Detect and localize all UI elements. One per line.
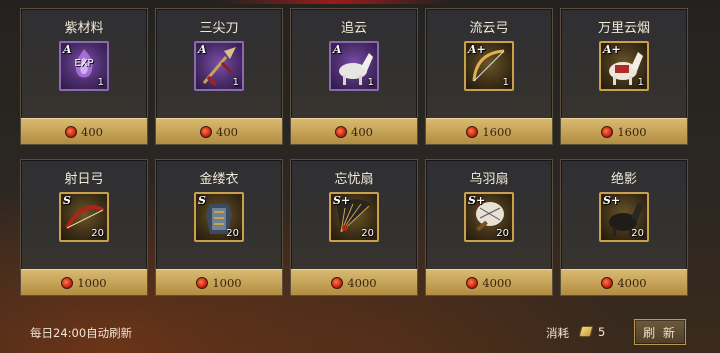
coin-icon [466, 125, 479, 138]
exp-label: EXP [74, 58, 94, 69]
grade-badge: A+ [603, 43, 621, 56]
item-quantity: 1 [367, 77, 374, 88]
shop-item-card[interactable]: 追云 A 1 400 [290, 8, 418, 145]
item-price: 4000 [617, 275, 647, 290]
item-price: 400 [216, 124, 238, 139]
item-quantity: 20 [631, 228, 644, 239]
item-quantity: 20 [226, 228, 239, 239]
coin-icon [196, 276, 209, 289]
price-bar[interactable]: 400 [21, 118, 147, 144]
shop-item-card[interactable]: 绝影 S+ 20 4000 [560, 159, 688, 296]
item-name: 忘忧扇 [334, 172, 374, 187]
item-quantity: 1 [502, 77, 509, 88]
item-name: 绝影 [610, 172, 637, 187]
item-quantity: 20 [496, 228, 509, 239]
item-slot[interactable]: S+ 20 [599, 192, 649, 242]
item-name: 追云 [340, 21, 367, 36]
top-accent-line [220, 0, 450, 4]
coin-icon [601, 125, 614, 138]
item-price: 400 [351, 124, 373, 139]
item-quantity: 1 [97, 77, 104, 88]
item-slot[interactable]: EXP A 1 [59, 41, 109, 91]
item-slot[interactable]: A+ 1 [464, 41, 514, 91]
price-bar[interactable]: 4000 [426, 269, 552, 295]
coin-icon [200, 125, 213, 138]
item-name: 射日弓 [64, 172, 104, 187]
item-name: 万里云烟 [597, 21, 650, 36]
item-quantity: 20 [361, 228, 374, 239]
item-price: 1600 [482, 124, 512, 139]
shop-item-card[interactable]: 忘忧扇 S+ 20 4000 [290, 159, 418, 296]
grade-badge: A [198, 43, 207, 56]
item-slot[interactable]: S+ 20 [464, 192, 514, 242]
coin-icon [601, 276, 614, 289]
shop-item-card[interactable]: 金缕衣 S 20 1000 [155, 159, 283, 296]
item-slot[interactable]: A+ 1 [599, 41, 649, 91]
item-quantity: 1 [232, 77, 239, 88]
item-slot[interactable]: A1 [329, 41, 379, 91]
item-name: 金缕衣 [199, 172, 239, 187]
price-bar[interactable]: 400 [156, 118, 282, 144]
item-price: 4000 [347, 275, 377, 290]
cost-label: 消耗 [546, 326, 569, 340]
item-name: 流云弓 [469, 21, 509, 36]
item-name: 紫材料 [64, 21, 104, 36]
item-slot[interactable]: A1 [194, 41, 244, 91]
shop-item-card[interactable]: 紫材料 EXP A 1 400 [20, 8, 148, 145]
grade-badge: A [63, 43, 72, 56]
coin-icon [466, 276, 479, 289]
item-slot[interactable]: S 20 [59, 192, 109, 242]
price-bar[interactable]: 4000 [561, 269, 687, 295]
coin-icon [331, 276, 344, 289]
ticket-icon [578, 326, 594, 337]
item-quantity: 1 [637, 77, 644, 88]
grade-badge: S+ [468, 194, 486, 207]
coin-icon [335, 125, 348, 138]
item-name: 三尖刀 [199, 21, 239, 36]
refresh-button[interactable]: 刷 新 [634, 319, 686, 345]
item-price: 1000 [77, 275, 107, 290]
coin-icon [61, 276, 74, 289]
item-price: 1000 [212, 275, 242, 290]
price-bar[interactable]: 400 [291, 118, 417, 144]
shop-item-card[interactable]: 三尖刀 A 1 400 [155, 8, 283, 145]
item-slot[interactable]: S 20 [194, 192, 244, 242]
grade-badge: S [63, 194, 71, 207]
price-bar[interactable]: 1000 [21, 269, 147, 295]
item-price: 4000 [482, 275, 512, 290]
price-bar[interactable]: 1000 [156, 269, 282, 295]
grade-badge: S [198, 194, 206, 207]
price-bar[interactable]: 1600 [426, 118, 552, 144]
price-bar[interactable]: 4000 [291, 269, 417, 295]
shop-item-card[interactable]: 流云弓 A+ 1 1600 [425, 8, 553, 145]
item-price: 400 [81, 124, 103, 139]
refresh-note: 每日24:00自动刷新 [30, 326, 133, 340]
cost-value: 5 [598, 325, 606, 339]
shop-item-card[interactable]: 射日弓 S 20 1000 [20, 159, 148, 296]
shop-item-card[interactable]: 万里云烟 A+ 1 1600 [560, 8, 688, 145]
grade-badge: S+ [603, 194, 621, 207]
item-quantity: 20 [91, 228, 104, 239]
grade-badge: A+ [468, 43, 486, 56]
shop-item-card[interactable]: 乌羽扇 S+ 20 4000 [425, 159, 553, 296]
item-name: 乌羽扇 [469, 172, 509, 187]
price-bar[interactable]: 1600 [561, 118, 687, 144]
grade-badge: A [333, 43, 342, 56]
grade-badge: S+ [333, 194, 351, 207]
item-slot[interactable]: S+ 20 [329, 192, 379, 242]
item-price: 1600 [617, 124, 647, 139]
coin-icon [65, 125, 78, 138]
